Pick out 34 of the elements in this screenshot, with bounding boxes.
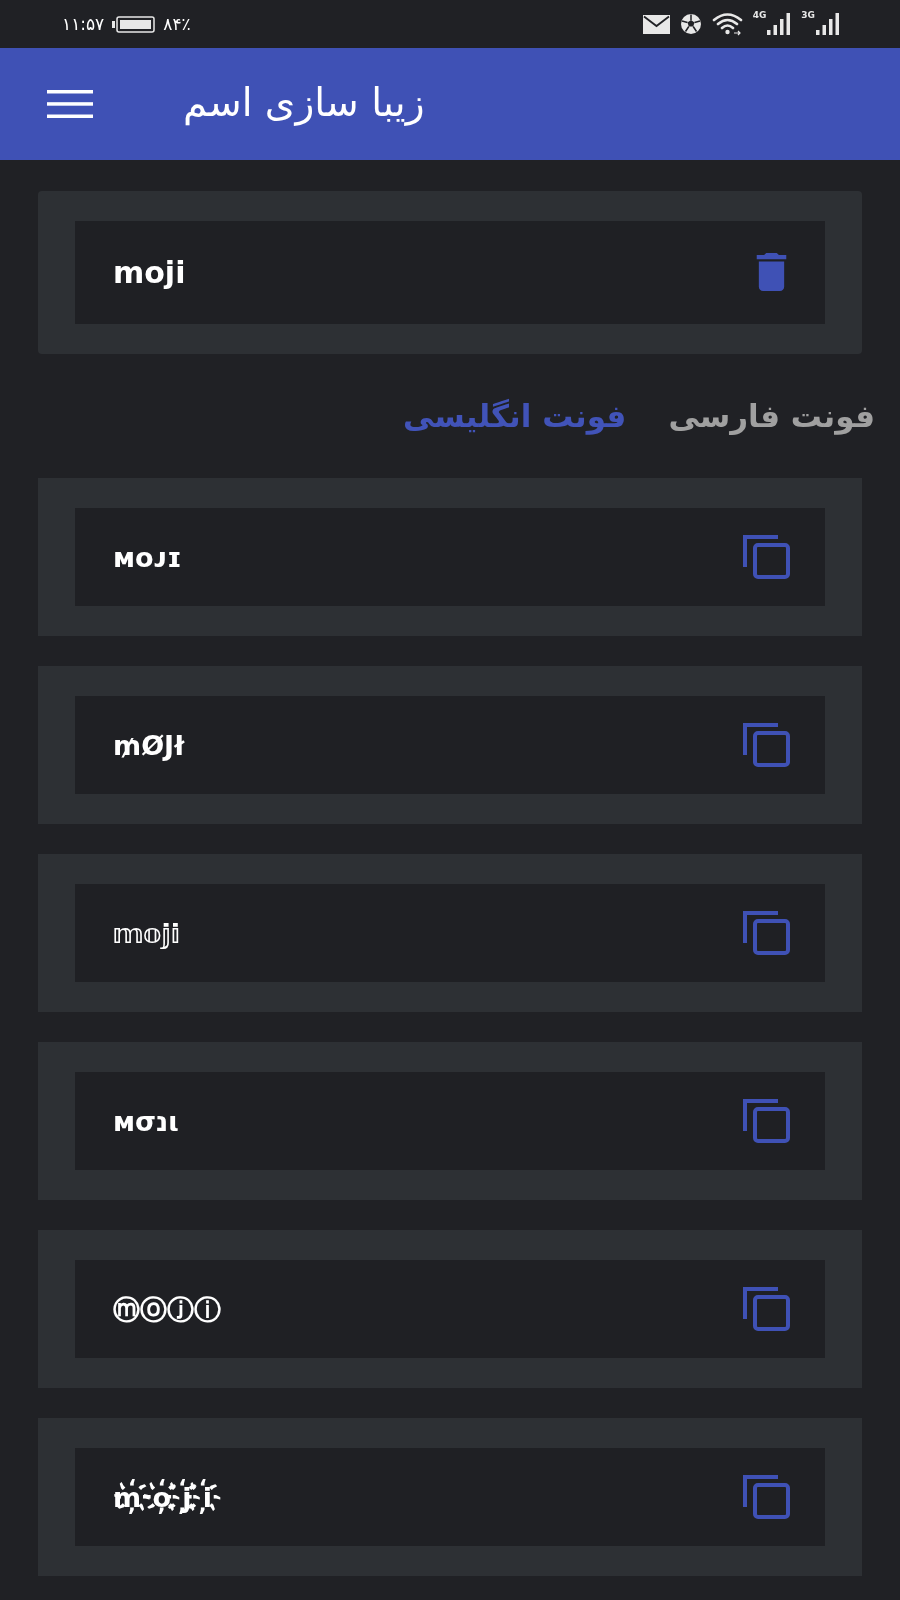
copy-button[interactable] (741, 721, 792, 769)
copy-icon (743, 723, 790, 767)
mail-icon (642, 14, 670, 34)
copy-button[interactable] (741, 1097, 792, 1145)
copy-button[interactable] (741, 909, 792, 957)
styled-name-text: ₥ØJł (113, 731, 185, 759)
copy-button[interactable] (741, 1285, 792, 1333)
copy-icon (743, 1475, 790, 1519)
name-input-field[interactable]: moji (75, 221, 825, 324)
network-type-label: 4G (752, 11, 767, 20)
signal-bars-icon (816, 13, 840, 35)
menu-button[interactable] (47, 90, 93, 118)
network-type-label: 3G (801, 11, 815, 20)
styled-name-text: ᴍᴏᴊɪ (113, 543, 182, 571)
signal-bars-icon (767, 13, 792, 35)
styled-name-text: 𝕞𝕠𝕛𝕚 (113, 919, 181, 947)
copy-icon (743, 1099, 790, 1143)
styled-name-text: ⓜⓞⓙⓘ (113, 1295, 221, 1323)
font-tab[interactable]: فونت فارسی (668, 396, 875, 436)
copy-icon (743, 911, 790, 955)
status-time: ۱۱:۵۷ (62, 15, 105, 33)
wifi-icon (711, 12, 743, 36)
delete-button[interactable] (756, 253, 787, 291)
trash-icon (756, 253, 787, 291)
copy-button[interactable] (741, 533, 792, 581)
menu-icon (47, 90, 93, 118)
battery-percent: ۸۴٪ (163, 15, 191, 33)
app-title: زیبا سازی اسم (183, 82, 425, 126)
battery-icon (112, 15, 156, 33)
styled-name-text: мσנι (113, 1107, 179, 1135)
copy-icon (743, 535, 790, 579)
soccer-ball-icon (679, 13, 702, 35)
copy-button[interactable] (741, 1473, 792, 1521)
copy-icon (743, 1287, 790, 1331)
